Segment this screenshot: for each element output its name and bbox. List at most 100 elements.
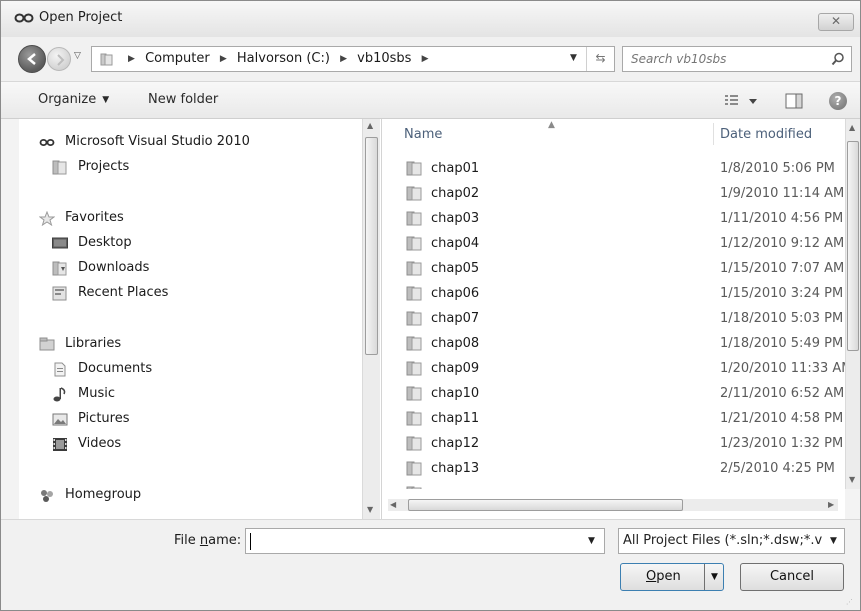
- list-item[interactable]: chap03 1/11/2010 4:56 PM: [382, 207, 845, 232]
- file-date: 1/23/2010 1:32 PM: [720, 436, 844, 451]
- forward-button[interactable]: [47, 47, 71, 71]
- file-name-combobox[interactable]: ▼: [245, 528, 605, 554]
- breadcrumb-computer[interactable]: Computer: [145, 51, 210, 66]
- nav-label: Downloads: [78, 260, 150, 275]
- folder-icon: [406, 386, 422, 401]
- list-item[interactable]: chap08 1/18/2010 5:49 PM: [382, 332, 845, 357]
- search-input[interactable]: [631, 50, 821, 68]
- folder-icon: [406, 436, 422, 451]
- scroll-down-icon[interactable]: ▼: [367, 505, 373, 514]
- close-button[interactable]: ✕: [818, 13, 854, 31]
- file-date: 1/18/2010 5:03 PM: [720, 311, 844, 326]
- file-name-label: File name:: [174, 533, 242, 548]
- list-item[interactable]: chap09 1/20/2010 11:33 AM: [382, 357, 845, 382]
- chevron-down-icon[interactable]: ▼: [588, 536, 595, 546]
- back-arrow-icon: [27, 53, 36, 65]
- folder-icon: [406, 411, 422, 426]
- chevron-right-icon[interactable]: ▶: [128, 54, 135, 64]
- list-item[interactable]: chap11 1/21/2010 4:58 PM: [382, 407, 845, 432]
- organize-label: Organize: [38, 92, 97, 107]
- scroll-up-icon[interactable]: ▲: [849, 123, 855, 132]
- file-list-vertical-scrollbar[interactable]: ▲ ▼: [845, 119, 860, 489]
- address-history-dropdown[interactable]: ▼: [570, 53, 577, 63]
- file-name: chap13: [431, 461, 480, 476]
- organize-menu[interactable]: Organize ▼: [38, 92, 109, 107]
- open-button[interactable]: Open ▼: [620, 563, 724, 591]
- nav-scroll-thumb[interactable]: [365, 137, 378, 355]
- breadcrumb-drive[interactable]: Halvorson (C:): [237, 51, 330, 66]
- folder-icon: [406, 236, 422, 251]
- search-box[interactable]: [622, 46, 852, 72]
- chevron-down-icon[interactable]: ▼: [830, 536, 837, 546]
- nav-label: Homegroup: [65, 487, 142, 502]
- nav-scrollbar[interactable]: ▲ ▼: [362, 119, 380, 519]
- list-item[interactable]: chap02 1/9/2010 11:14 AM: [382, 182, 845, 207]
- chevron-right-icon[interactable]: ▶: [220, 54, 227, 64]
- downloads-icon: [52, 261, 67, 276]
- file-list-horizontal-scrollbar[interactable]: ◀ ▶: [382, 489, 845, 519]
- recent-pages-dropdown[interactable]: ▽: [74, 51, 86, 65]
- address-row: ▽ ▶ Computer ▶ Halvorson (C:) ▶ vb10sbs …: [1, 37, 860, 81]
- list-item[interactable]: chap06 1/15/2010 3:24 PM: [382, 282, 845, 307]
- new-folder-button[interactable]: New folder: [148, 92, 218, 107]
- scroll-up-icon[interactable]: ▲: [367, 121, 373, 130]
- scroll-right-icon[interactable]: ▶: [828, 500, 834, 509]
- address-bar[interactable]: ▶ Computer ▶ Halvorson (C:) ▶ vb10sbs ▶ …: [91, 46, 615, 72]
- list-item[interactable]: chap05 1/15/2010 7:07 AM: [382, 257, 845, 282]
- nav-label: Projects: [78, 159, 130, 174]
- file-date: 1/15/2010 7:07 AM: [720, 261, 845, 276]
- file-type-filter[interactable]: All Project Files (*.sln;*.dsw;*.vc ▼: [618, 528, 845, 554]
- column-date-modified[interactable]: Date modified: [720, 127, 812, 142]
- cancel-button[interactable]: Cancel: [740, 563, 844, 591]
- preview-pane-button[interactable]: [785, 93, 803, 109]
- file-date: 1/8/2010 5:06 PM: [720, 161, 835, 176]
- close-icon: ✕: [830, 14, 842, 28]
- resize-grip-icon[interactable]: ⋰: [846, 598, 853, 606]
- open-project-dialog: Open Project ✕ ▽ ▶ Computer ▶ Halvorson …: [0, 0, 861, 611]
- list-item[interactable]: chap04 1/12/2010 9:12 AM: [382, 232, 845, 257]
- pictures-icon: [52, 413, 68, 426]
- list-item[interactable]: chap01 1/8/2010 5:06 PM: [382, 157, 845, 182]
- breadcrumb-folder[interactable]: vb10sbs: [357, 51, 411, 66]
- file-date: 1/21/2010 4:58 PM: [720, 411, 844, 426]
- breadcrumb: ▶ Computer ▶ Halvorson (C:) ▶ vb10sbs ▶: [122, 51, 435, 66]
- change-view-button[interactable]: [723, 93, 763, 109]
- list-item-partial[interactable]: [382, 482, 845, 489]
- column-divider[interactable]: [713, 123, 714, 145]
- file-name-input[interactable]: [250, 532, 570, 550]
- folder-icon: [406, 286, 422, 301]
- horizontal-scroll-track[interactable]: ◀ ▶: [388, 499, 838, 511]
- column-name[interactable]: Name: [404, 127, 442, 142]
- dialog-title: Open Project: [39, 10, 123, 25]
- scroll-left-icon[interactable]: ◀: [390, 500, 396, 509]
- chevron-right-icon[interactable]: ▶: [422, 54, 429, 64]
- command-bar: Organize ▼ New folder ?: [1, 81, 860, 119]
- list-item[interactable]: chap12 1/23/2010 1:32 PM: [382, 432, 845, 457]
- visual-studio-icon: [39, 139, 55, 146]
- videos-icon: [53, 438, 67, 451]
- help-button[interactable]: ?: [829, 92, 847, 110]
- nav-label: Microsoft Visual Studio 2010: [65, 134, 250, 149]
- list-item[interactable]: chap07 1/18/2010 5:03 PM: [382, 307, 845, 332]
- scroll-down-icon[interactable]: ▼: [849, 475, 855, 484]
- refresh-button[interactable]: ⇆: [586, 47, 614, 71]
- folder-icon: [406, 261, 422, 276]
- nav-label: Desktop: [78, 235, 132, 250]
- music-icon: [53, 387, 66, 402]
- folder-icon: [406, 161, 422, 176]
- help-icon: ?: [834, 94, 842, 108]
- chevron-right-icon[interactable]: ▶: [340, 54, 347, 64]
- file-name: chap12: [431, 436, 480, 451]
- search-icon: [831, 52, 844, 66]
- dialog-footer: File name: ▼ All Project Files (*.sln;*.…: [1, 519, 860, 610]
- homegroup-icon: [41, 490, 53, 502]
- file-type-value: All Project Files (*.sln;*.dsw;*.vc: [623, 533, 823, 548]
- star-icon: [39, 211, 55, 226]
- file-name: chap11: [431, 411, 480, 426]
- horizontal-scroll-thumb[interactable]: [408, 499, 683, 511]
- list-item[interactable]: chap13 2/5/2010 4:25 PM: [382, 457, 845, 482]
- back-button[interactable]: [18, 45, 46, 73]
- open-options-dropdown[interactable]: ▼: [704, 564, 724, 590]
- list-item[interactable]: chap10 2/11/2010 6:52 AM: [382, 382, 845, 407]
- file-list-scroll-thumb[interactable]: [847, 141, 859, 351]
